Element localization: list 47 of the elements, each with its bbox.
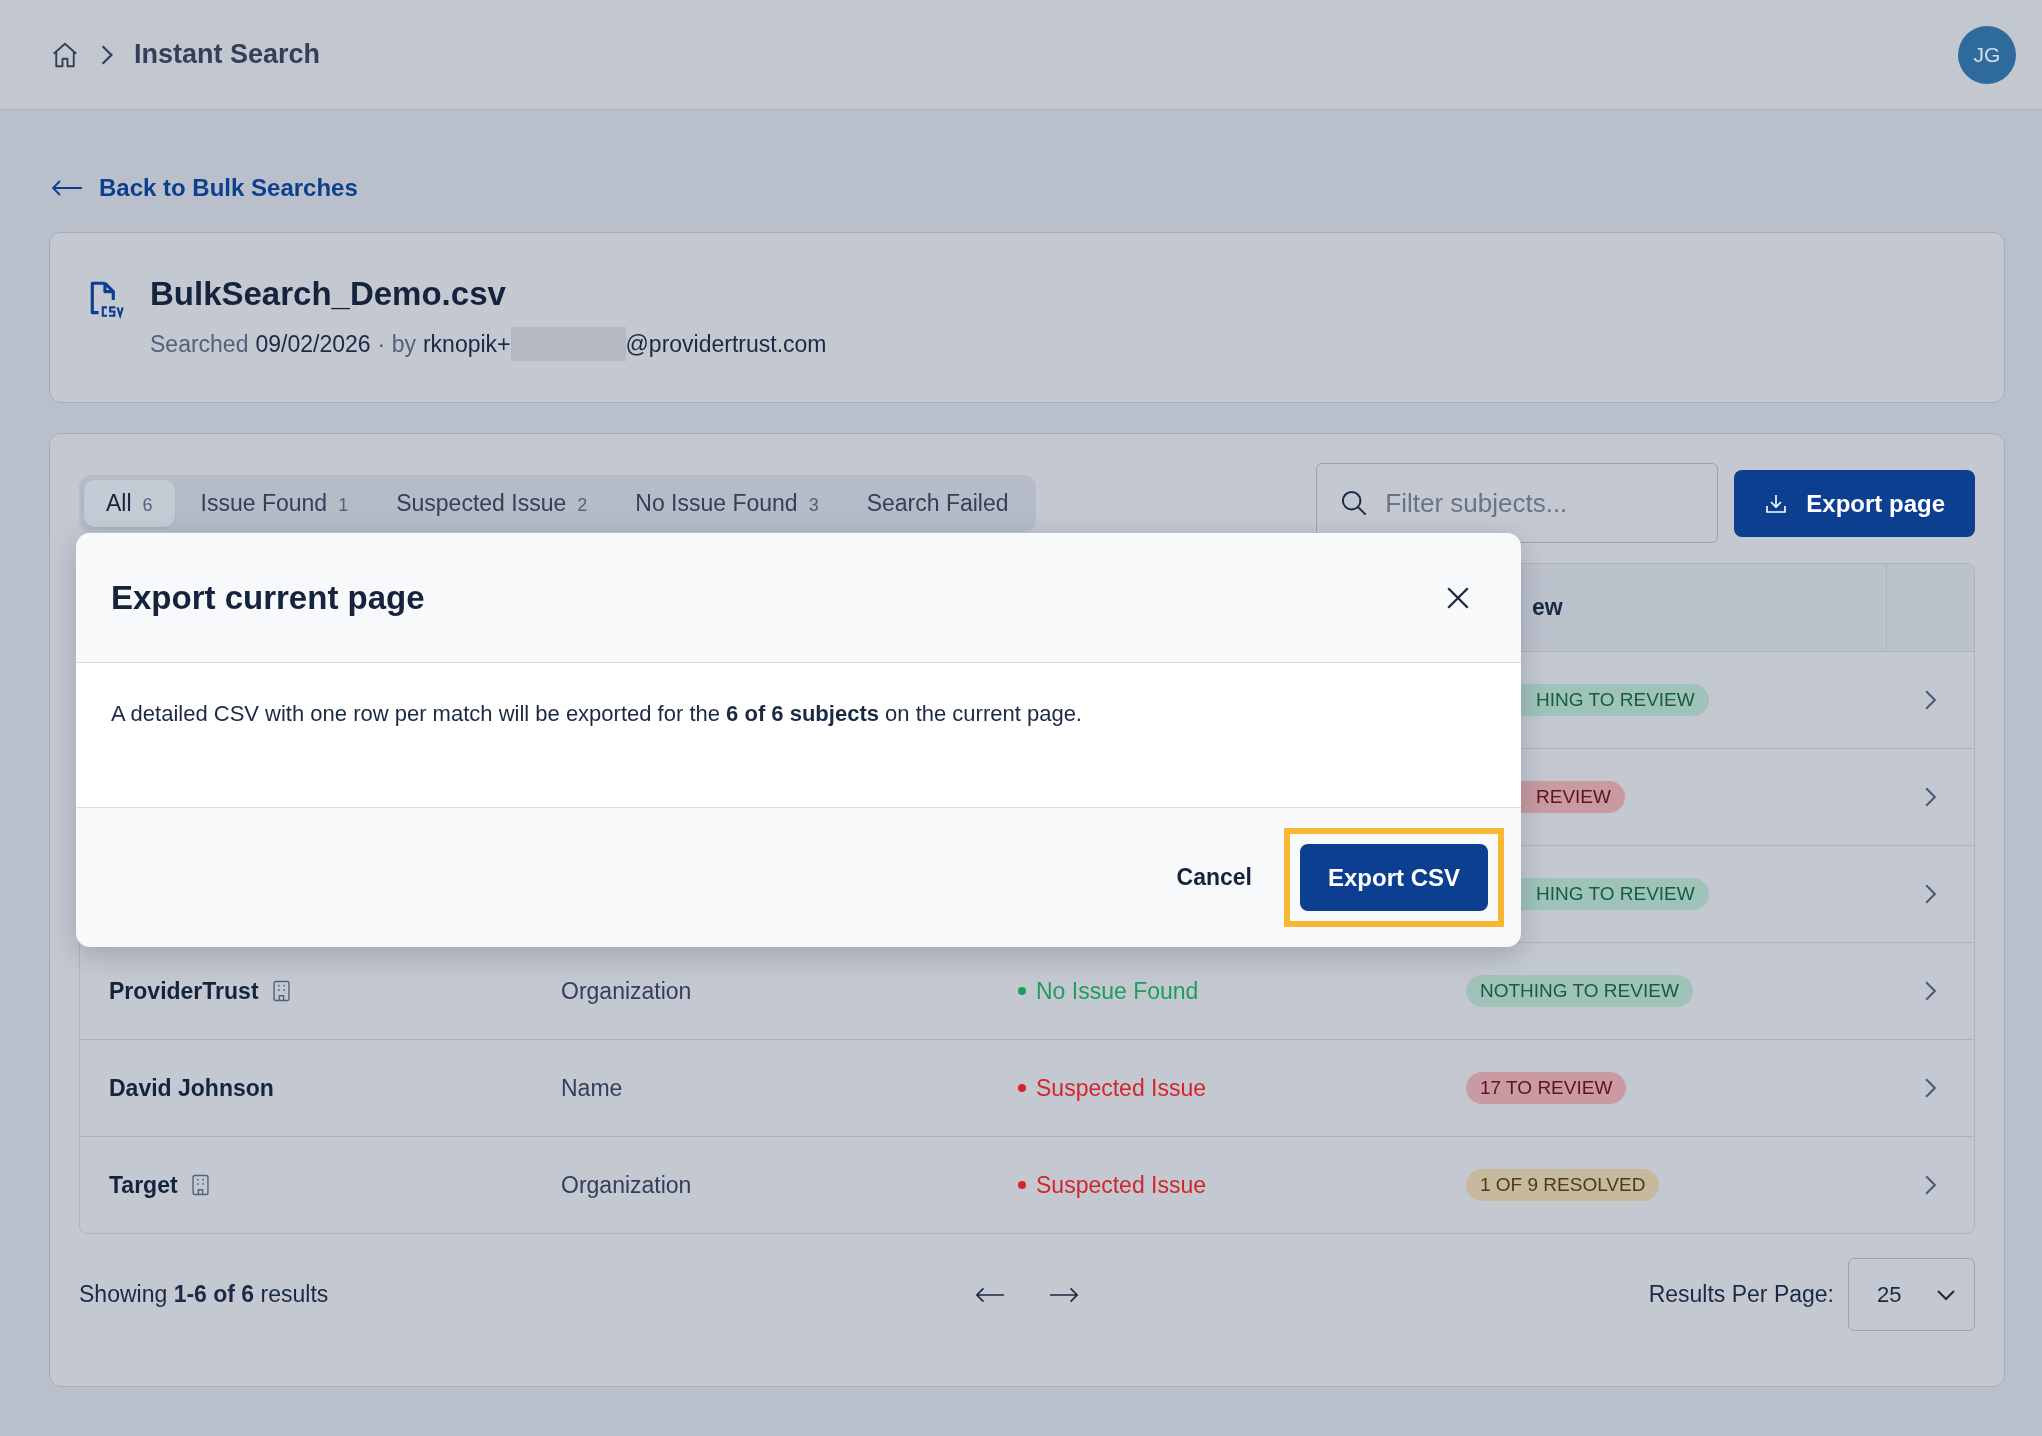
- chevron-right-icon[interactable]: [1923, 1077, 1937, 1099]
- export-csv-button[interactable]: Export CSV: [1299, 844, 1488, 911]
- chevron-right-icon[interactable]: [1923, 980, 1937, 1002]
- chevron-right-icon[interactable]: [1923, 883, 1937, 905]
- user-avatar[interactable]: JG: [1958, 25, 2016, 84]
- export-page-button[interactable]: Export page: [1734, 470, 1975, 537]
- status-text: Suspected Issue: [1036, 1171, 1207, 1199]
- dialog-title: Export current page: [111, 578, 425, 617]
- back-link[interactable]: Back to Bulk Searches: [51, 174, 358, 202]
- filter-tab[interactable]: Suspected Issue 2: [374, 480, 610, 527]
- filter-tab[interactable]: No Issue Found 3: [613, 480, 841, 527]
- searched-label: Searched: [150, 330, 249, 358]
- email-domain: @providertrust.com: [625, 330, 827, 358]
- chevron-right-icon[interactable]: [1923, 786, 1937, 808]
- results-per-page-label: Results Per Page:: [1648, 1281, 1834, 1308]
- review-badge: 1 OF 9 RESOLVED: [1466, 1169, 1660, 1201]
- chevron-right-icon[interactable]: [1923, 1174, 1937, 1196]
- status-text: Suspected Issue: [1036, 1074, 1207, 1102]
- chevron-right-icon[interactable]: [1923, 689, 1937, 711]
- results-summary: Showing 1-6 of 6 results: [79, 1281, 330, 1308]
- dialog-message: A detailed CSV with one row per match will be exported for the 6 of 6 subjects on the current page.: [111, 700, 1083, 727]
- by-label: · by: [377, 330, 416, 358]
- previous-page-icon[interactable]: [975, 1286, 1005, 1303]
- subject-name: Target: [109, 1171, 178, 1199]
- breadcrumb-current: Instant Search: [134, 39, 321, 70]
- per-page-dropdown[interactable]: 25: [1848, 1258, 1975, 1331]
- arrow-left-icon: [51, 180, 83, 196]
- subject-type: Name: [561, 1074, 624, 1102]
- email-prefix: rknopik+: [422, 330, 511, 358]
- filter-tab[interactable]: Issue Found 1: [178, 480, 371, 527]
- subject-type: Organization: [561, 977, 693, 1005]
- chevron-right-icon: [100, 43, 114, 66]
- status-text: No Issue Found: [1036, 977, 1199, 1005]
- subject-name: David Johnson: [109, 1074, 274, 1102]
- next-page-icon[interactable]: [1049, 1286, 1079, 1303]
- subject-type: Organization: [561, 1171, 693, 1199]
- search-date: 09/02/2026: [255, 330, 371, 358]
- subject-name: ProviderTrust: [109, 977, 259, 1005]
- file-name: BulkSearch_Demo.csv: [150, 275, 507, 313]
- column-header: ew: [1531, 594, 1564, 621]
- review-badge: NOTHING TO REVIEW: [1466, 975, 1693, 1007]
- cancel-button[interactable]: Cancel: [1170, 863, 1258, 892]
- filter-tab[interactable]: Search Failed: [844, 480, 1031, 527]
- review-badge: 17 TO REVIEW: [1466, 1072, 1627, 1104]
- filter-search-field[interactable]: Filter subjects...: [1316, 463, 1719, 543]
- chevron-down-icon: [1936, 1288, 1956, 1301]
- filter-tab[interactable]: All 6: [84, 480, 175, 527]
